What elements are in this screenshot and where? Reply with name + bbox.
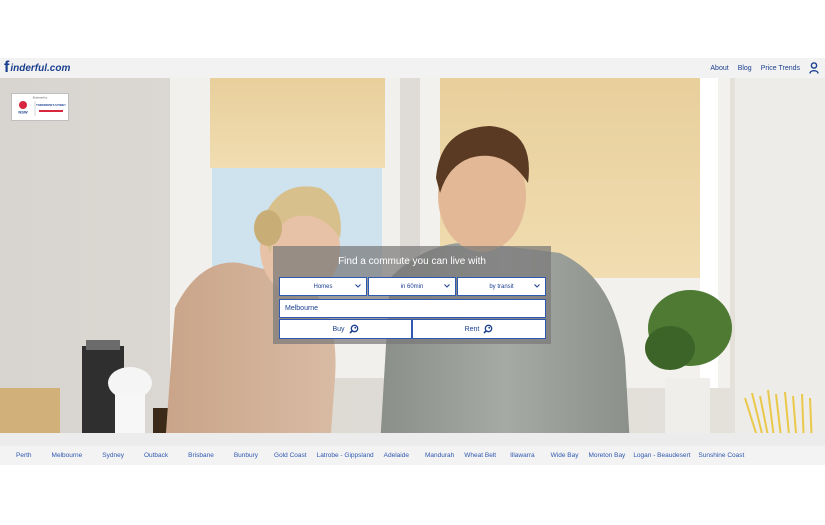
chevron-down-icon <box>355 284 361 288</box>
city-link-illawarra[interactable]: Illawarra <box>502 452 541 459</box>
endorsement-badge: Endorsed by NSW TOMORROW'S SYDNEY <box>11 93 69 121</box>
rent-button[interactable]: Rent <box>412 319 546 339</box>
city-link-latrobe-gippsland[interactable]: Latrobe - Gippsland <box>313 452 380 459</box>
chevron-down-icon <box>534 284 540 288</box>
city-link-mandurah[interactable]: Mandurah <box>415 452 460 459</box>
city-link-wheat-belt[interactable]: Wheat Belt <box>460 452 502 459</box>
property-type-value: Homes <box>313 283 333 290</box>
rent-label: Rent <box>464 325 480 333</box>
city-link-sunshine-coast[interactable]: Sunshine Coast <box>696 452 750 459</box>
city-link-wide-bay[interactable]: Wide Bay <box>541 452 585 459</box>
city-link-melbourne[interactable]: Melbourne <box>38 452 89 459</box>
transport-mode-value: by transit <box>489 283 514 290</box>
city-link-bunbury[interactable]: Bunbury <box>220 452 264 459</box>
buy-label: Buy <box>332 325 345 333</box>
top-bar: f inderful.com About Blog Price Trends <box>0 58 825 78</box>
badge-sydney-text: TOMORROW'S SYDNEY <box>36 103 66 107</box>
user-account-icon[interactable] <box>809 62 819 74</box>
city-link-sydney[interactable]: Sydney <box>88 452 130 459</box>
nsw-endorsement-logo: Endorsed by NSW TOMORROW'S SYDNEY <box>18 96 66 116</box>
location-value: Melbourne <box>285 305 319 312</box>
logo-text: inderful.com <box>10 62 71 74</box>
nav-about-link[interactable]: About <box>710 65 728 72</box>
location-input[interactable]: Melbourne <box>279 299 546 318</box>
badge-endorsed-text: Endorsed by <box>33 96 48 100</box>
buy-button[interactable]: Buy <box>279 319 412 339</box>
nav-price-trends-link[interactable]: Price Trends <box>761 65 800 72</box>
city-links-bar: Perth Melbourne Sydney Outback Brisbane … <box>0 446 825 465</box>
property-type-select[interactable]: Homes <box>279 277 367 296</box>
commute-search-panel: Find a commute you can live with Homes i… <box>273 246 551 344</box>
badge-nsw-text: NSW <box>18 110 28 115</box>
city-link-logan-beaudesert[interactable]: Logan - Beaudesert <box>631 452 696 459</box>
city-link-perth[interactable]: Perth <box>0 452 38 459</box>
search-icon <box>348 324 358 334</box>
search-title: Find a commute you can live with <box>338 256 486 267</box>
city-link-outback[interactable]: Outback <box>130 452 174 459</box>
commute-time-select[interactable]: in 60min <box>368 277 456 296</box>
main-nav: About Blog Price Trends <box>710 58 819 78</box>
city-link-adelaide[interactable]: Adelaide <box>380 452 415 459</box>
chevron-down-icon <box>444 284 450 288</box>
city-link-moreton-bay[interactable]: Moreton Bay <box>584 452 631 459</box>
search-icon <box>483 324 493 334</box>
nav-blog-link[interactable]: Blog <box>738 65 752 72</box>
logo-letter: f <box>4 59 10 76</box>
commute-time-value: in 60min <box>400 283 424 290</box>
city-link-brisbane[interactable]: Brisbane <box>174 452 220 459</box>
site-logo[interactable]: f inderful.com <box>4 59 70 77</box>
transport-mode-select[interactable]: by transit <box>457 277 546 296</box>
city-link-gold-coast[interactable]: Gold Coast <box>264 452 313 459</box>
